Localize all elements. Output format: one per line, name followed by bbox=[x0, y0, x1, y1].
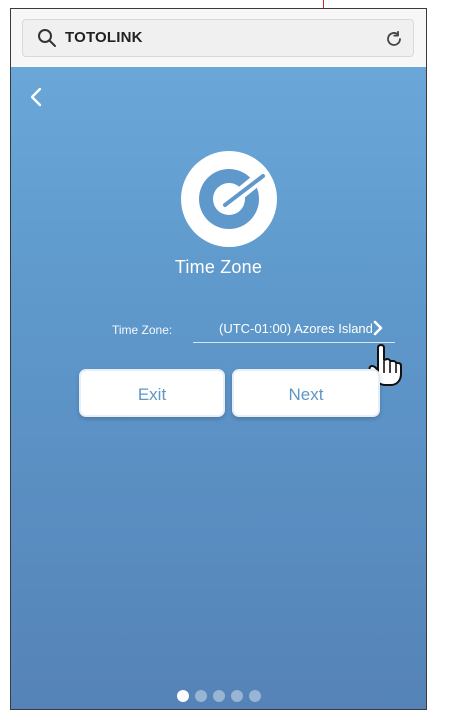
search-icon[interactable] bbox=[37, 28, 57, 48]
search-query-text[interactable]: TOTOLINK bbox=[65, 29, 143, 46]
page: TOTOLINK Time Zone Time Zone: (UTC-01:00… bbox=[0, 0, 453, 719]
totolink-logo-icon bbox=[181, 151, 277, 247]
phone-frame: TOTOLINK Time Zone Time Zone: (UTC-01:00… bbox=[10, 8, 427, 710]
page-indicator bbox=[11, 690, 426, 704]
page-indicator-dot bbox=[194, 690, 207, 702]
time-zone-select[interactable]: (UTC-01:00) Azores Island bbox=[193, 313, 395, 343]
back-icon[interactable] bbox=[25, 85, 49, 109]
browser-topbar: TOTOLINK bbox=[11, 9, 426, 68]
exit-button[interactable]: Exit bbox=[79, 369, 225, 417]
refresh-icon[interactable] bbox=[383, 28, 405, 50]
page-title: Time Zone bbox=[174, 257, 263, 277]
page-indicator-dot bbox=[230, 690, 243, 702]
time-zone-value[interactable]: (UTC-01:00) Azores Island bbox=[219, 321, 385, 336]
setup-screen: Time Zone Time Zone: (UTC-01:00) Azores … bbox=[11, 67, 426, 709]
next-button[interactable]: Next bbox=[232, 369, 380, 417]
page-indicator-dot bbox=[248, 690, 261, 702]
time-zone-label: Time Zone: bbox=[112, 323, 173, 337]
page-indicator-dot-active bbox=[176, 690, 189, 702]
chevron-right-icon[interactable] bbox=[371, 319, 385, 337]
search-bar[interactable]: TOTOLINK bbox=[22, 19, 414, 57]
page-indicator-dot bbox=[212, 690, 225, 702]
